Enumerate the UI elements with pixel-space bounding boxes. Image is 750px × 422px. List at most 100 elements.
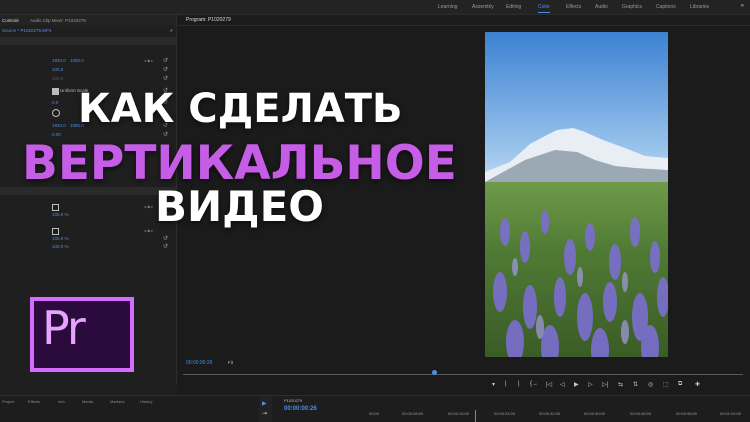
reset-icon[interactable]: ↺ (163, 122, 168, 129)
workspace-effects[interactable]: Effects (566, 4, 581, 10)
reset-icon[interactable]: ↺ (163, 243, 168, 250)
tab-project[interactable]: Project (2, 399, 14, 404)
uniform-scale-label: Uniform Scale (60, 88, 89, 93)
scale-width-row: 100.0 ↺ (0, 75, 176, 83)
tab-history[interactable]: History (140, 399, 152, 404)
opacity-value-row-3: 100.0 % ↺ (0, 243, 176, 251)
go-to-out-icon[interactable]: ▷| (602, 381, 608, 388)
workspace-libraries[interactable]: Libraries (690, 4, 709, 10)
video-frame[interactable] (485, 32, 668, 357)
workspace-bar: Learning Assembly Editing Color Effects … (0, 0, 750, 15)
tab-info[interactable]: Info (58, 399, 65, 404)
scale-value[interactable]: 100.0 (52, 67, 63, 72)
go-to-in-icon[interactable]: {→ (530, 381, 538, 387)
keyframe-nav-icon[interactable]: ◂ ◆ ▸ (144, 204, 153, 209)
program-monitor: Program: P1020279 00:00:00:26 Fit ▾ | | … (178, 15, 750, 395)
source-clip-label[interactable]: Source * P1020279.MP4 (2, 28, 52, 33)
opacity-row-2: ◂ ◆ ▸ (0, 227, 176, 235)
timeline-tick: 00:00:56:00 (676, 411, 698, 416)
transport-controls: ▾ | | {→ |◁ ◁ ▶ ▷ ▷| ⇆ ⇅ ◎ ⬚ ⧉ ✚ (490, 381, 750, 391)
rotation-dial-icon[interactable] (52, 109, 60, 117)
program-timecode[interactable]: 00:00:00:26 (186, 360, 212, 366)
timeline-tick: 00:00:40:00 (584, 411, 606, 416)
mountain-meadow-image (485, 32, 668, 357)
workspace-captions[interactable]: Captions (656, 4, 676, 10)
tab-effect-controls[interactable]: Controls (2, 18, 19, 23)
reset-icon[interactable]: ↺ (163, 66, 168, 73)
workspace-editing[interactable]: Editing (506, 4, 521, 10)
workspace-assembly[interactable]: Assembly (472, 4, 494, 10)
anchor-x-value[interactable]: 1920.0 (52, 123, 66, 128)
mark-in-icon[interactable]: | (505, 381, 507, 387)
step-back-icon[interactable]: |◁ (546, 381, 552, 388)
button-editor-icon[interactable]: ✚ (695, 381, 700, 388)
workspace-graphics[interactable]: Graphics (622, 4, 642, 10)
timeline-sequence-tab[interactable]: P1020279 (284, 398, 302, 403)
program-time-ruler[interactable] (183, 374, 743, 375)
mask-checkbox[interactable] (52, 228, 59, 235)
position-x-value[interactable]: 1920.0 (52, 58, 66, 63)
keyframe-nav-icon[interactable]: ◂ ◆ ▸ (144, 58, 153, 63)
tab-audio-clip-mixer[interactable]: Audio Clip Mixer: P1020279 (30, 18, 86, 23)
program-monitor-header: Program: P1020279 (178, 15, 750, 26)
more-workspaces-button[interactable]: » (741, 3, 744, 9)
opacity-value[interactable]: 100.0 % (52, 244, 69, 249)
extract-icon[interactable]: ⇅ (633, 381, 638, 388)
mark-out-icon[interactable]: | (518, 381, 520, 387)
program-monitor-title[interactable]: Program: P1020279 (186, 17, 231, 23)
program-playhead[interactable] (432, 370, 437, 375)
reset-icon[interactable]: ↺ (163, 57, 168, 64)
keyframe-nav-icon[interactable]: ◂ ◆ ▸ (144, 228, 153, 233)
export-frame-icon[interactable]: ◎ (648, 381, 653, 388)
lift-icon[interactable]: ⇆ (618, 381, 623, 388)
step-forward-icon[interactable]: ▷ (588, 381, 593, 388)
timeline-timecode[interactable]: 00:00:00:26 (284, 406, 317, 412)
reset-icon[interactable]: ↺ (163, 87, 168, 94)
selection-tool-icon[interactable]: ▶ (262, 400, 267, 407)
timeline-tick: 00:00:48:00 (630, 411, 652, 416)
timeline-tick: 00:00:08:00 (402, 411, 424, 416)
tab-media[interactable]: Media (82, 399, 93, 404)
uniform-scale-row: Uniform Scale ↺ (0, 87, 176, 95)
rotation-dial-row (0, 109, 176, 117)
comparison-view-icon[interactable]: ⬚ (663, 381, 669, 388)
reset-icon[interactable]: ↺ (163, 211, 168, 218)
reset-icon[interactable]: ↺ (163, 235, 168, 242)
timeline-tick: 00:00:32:00 (539, 411, 561, 416)
flicker-value[interactable]: 0.00 (52, 132, 61, 137)
opacity-value-row-1: 100.0 % ↺ (0, 211, 176, 219)
timeline-tick: 00:00:16:00 (448, 411, 470, 416)
rotation-row: 0.0 ↺ (0, 99, 176, 107)
workspace-audio[interactable]: Audio (595, 4, 608, 10)
reset-icon[interactable]: ↺ (163, 131, 168, 138)
opacity-row-1: ◂ ◆ ▸ (0, 203, 176, 211)
play-icon[interactable]: ▶ (574, 381, 579, 388)
mask-checkbox[interactable] (52, 204, 59, 211)
reset-icon[interactable]: ↺ (163, 75, 168, 82)
close-icon[interactable]: × (170, 28, 173, 33)
scale-width-value: 100.0 (52, 76, 64, 81)
position-y-value[interactable]: 1080.0 (70, 58, 84, 63)
rewind-icon[interactable]: ◁ (560, 381, 565, 388)
zoom-fit-select[interactable]: Fit (228, 360, 233, 365)
tools-panel: ▶ ⇥ (259, 396, 272, 422)
timeline-tick: 00:01:04:00 (720, 411, 742, 416)
uniform-scale-checkbox[interactable] (52, 88, 59, 95)
anchor-y-value[interactable]: 1080.0 (70, 123, 84, 128)
opacity-value[interactable]: 100.0 % (52, 236, 69, 241)
timeline-playhead[interactable] (475, 410, 476, 422)
workspace-learning[interactable]: Learning (438, 4, 457, 10)
workspace-color[interactable]: Color (538, 4, 550, 13)
timeline-tick: 00:00:24:00 (494, 411, 516, 416)
rotation-value[interactable]: 0.0 (52, 100, 58, 105)
tab-effects[interactable]: Effects (28, 399, 40, 404)
tab-markers[interactable]: Markers (110, 399, 124, 404)
reset-icon[interactable]: ↺ (163, 99, 168, 106)
bottom-panels: Project Effects Info Media Markers Histo… (0, 395, 750, 422)
timeline-panel: P1020279 00:00:00:26 00:00 00:00:08:00 0… (274, 396, 750, 422)
add-marker-icon[interactable]: ▾ (492, 381, 495, 388)
position-row: 1920.0 1080.0 ◂ ◆ ▸ ↺ (0, 57, 176, 65)
track-select-tool-icon[interactable]: ⇥ (262, 410, 267, 417)
multi-camera-icon[interactable]: ⧉ (678, 381, 682, 388)
opacity-value[interactable]: 100.0 % (52, 212, 69, 217)
